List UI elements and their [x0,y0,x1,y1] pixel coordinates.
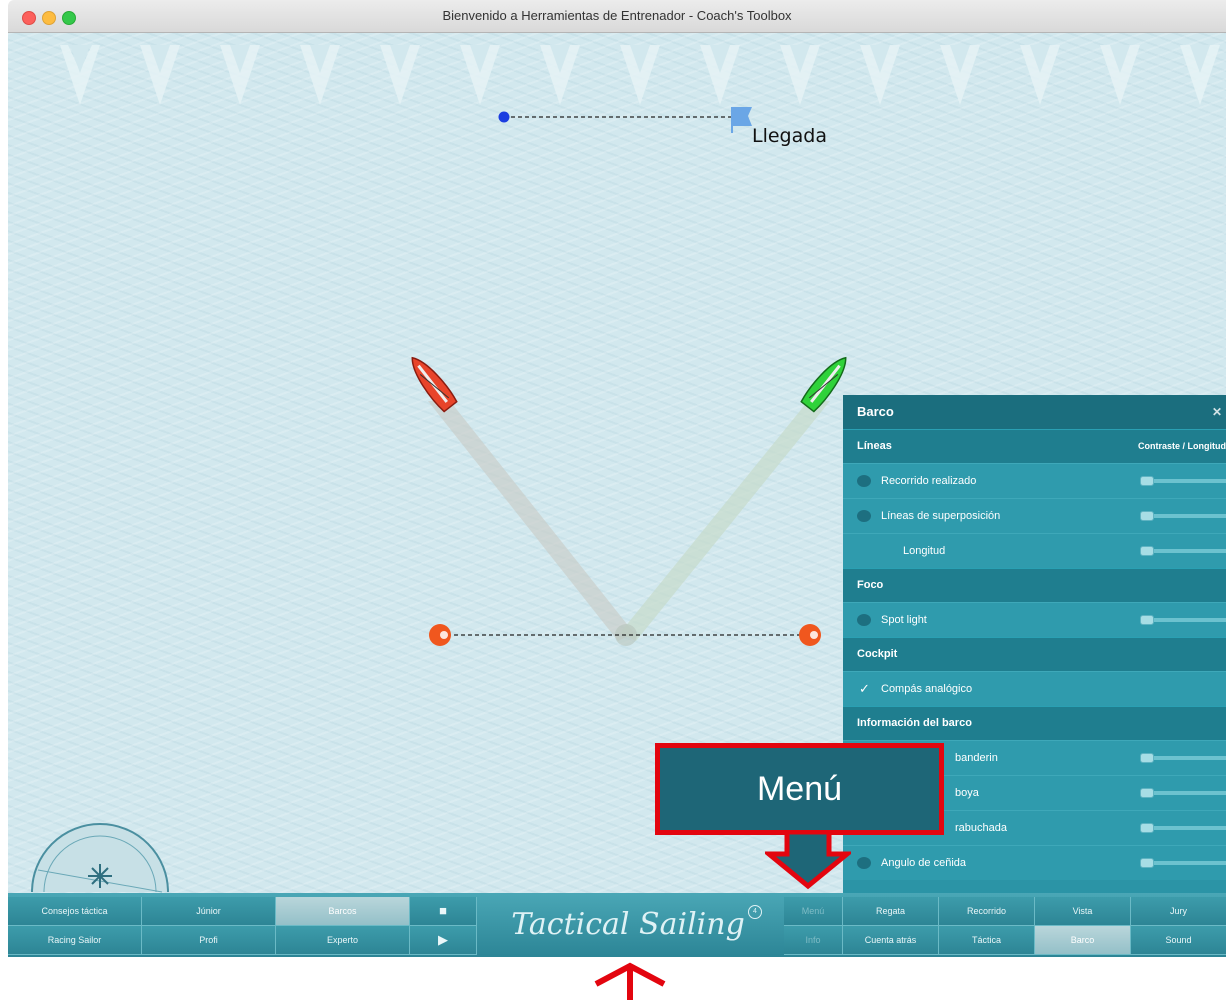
toggle-dot[interactable] [857,475,871,487]
button-junior[interactable]: Júnior [142,897,276,926]
play-button[interactable]: ▶ [410,926,477,955]
row-longitud: Longitud [843,533,1226,568]
section-foco: Foco [843,568,1226,602]
finish-label: Llegada [752,125,827,147]
checkmark-icon[interactable]: ✓ [859,672,870,706]
green-boat-track [620,401,830,641]
toggle-compas-analogico[interactable]: ✓ Compás analógico [843,671,1226,706]
wind-arrow-notches [70,45,1210,73]
brand-logo: Tactical Sailing [511,907,745,942]
section-cockpit: Cockpit [843,637,1226,671]
toggle-dot[interactable] [857,510,871,522]
red-boat-track [428,401,634,641]
button-experto[interactable]: Experto [276,926,410,955]
contrast-slider[interactable] [1140,476,1226,486]
row-label: Spot light [881,614,927,626]
contrast-slider[interactable] [1140,858,1226,868]
section-info-label: Información del barco [857,717,972,729]
row-label: Longitud [903,545,946,557]
toggle-recorrido-realizado[interactable]: Recorrido realizado [843,463,1226,498]
menu-callout: Menú [655,743,944,835]
button-tactica[interactable]: Táctica [939,926,1035,955]
button-barco[interactable]: Barco [1035,926,1131,955]
section-lineas-label: Líneas [857,440,892,452]
start-buoy-left[interactable] [429,624,451,646]
toggle-dot[interactable] [857,857,871,869]
row-label: Angulo de ceñida [881,857,967,869]
menu-button[interactable]: Menú [784,897,843,926]
button-recorrido[interactable]: Recorrido [939,897,1035,926]
window-title: Bienvenido a Herramientas de Entrenador … [442,8,792,23]
close-icon[interactable]: ✕ [1212,395,1222,429]
finish-flag-icon[interactable] [731,107,752,133]
toggle-lineas-superposicion[interactable]: Líneas de superposición [843,498,1226,533]
row-label: Compás analógico [881,683,973,695]
section-foco-label: Foco [857,579,884,591]
length-slider[interactable] [1140,546,1226,556]
button-regata[interactable]: Regata [843,897,939,926]
contrast-slider[interactable] [1140,753,1226,763]
button-profi[interactable]: Profi [142,926,276,955]
info-button[interactable]: Info [784,926,843,955]
bottom-toolbar: Consejos táctica Júnior Barcos ■ Racing … [8,893,1226,957]
contrast-slider[interactable] [1140,788,1226,798]
play-icon: ▶ [438,932,448,947]
row-label: Recorrido realizado [881,475,977,487]
button-barcos[interactable]: Barcos [276,897,410,926]
toggle-spot-light[interactable]: Spot light [843,602,1226,637]
toggle-angulo-cenida[interactable]: Angulo de ceñida [843,845,1226,880]
button-sound[interactable]: Sound [1131,926,1226,955]
start-buoy-right[interactable] [799,624,821,646]
finish-pin[interactable] [498,111,510,123]
button-racing-sailor[interactable]: Racing Sailor [8,926,142,955]
row-label: Líneas de superposición [881,510,1001,522]
section-cockpit-label: Cockpit [857,648,898,660]
contrast-slider[interactable] [1140,615,1226,625]
button-cuenta-atras[interactable]: Cuenta atrás [843,926,939,955]
up-arrow-icon [594,962,666,1000]
section-informacion: Información del barco [843,706,1226,740]
callout-arrow-down-icon [765,832,851,890]
stop-icon: ■ [439,903,447,918]
window-titlebar: Bienvenido a Herramientas de Entrenador … [8,0,1226,33]
stop-button[interactable]: ■ [410,897,477,926]
contrast-length-header: Contraste / Longitud [1138,441,1226,451]
toggle-dot[interactable] [857,614,871,626]
button-consejos-tactica[interactable]: Consejos táctica [8,897,142,926]
panel-header: Barco ✕ [843,395,1226,429]
button-jury[interactable]: Jury [1131,897,1226,926]
contrast-slider[interactable] [1140,823,1226,833]
analog-compass[interactable] [30,820,170,899]
brand-mark-icon: 4 [748,905,762,919]
panel-title: Barco [857,404,894,419]
contrast-slider[interactable] [1140,511,1226,521]
section-lineas: Líneas Contraste / Longitud [843,429,1226,463]
button-vista[interactable]: Vista [1035,897,1131,926]
